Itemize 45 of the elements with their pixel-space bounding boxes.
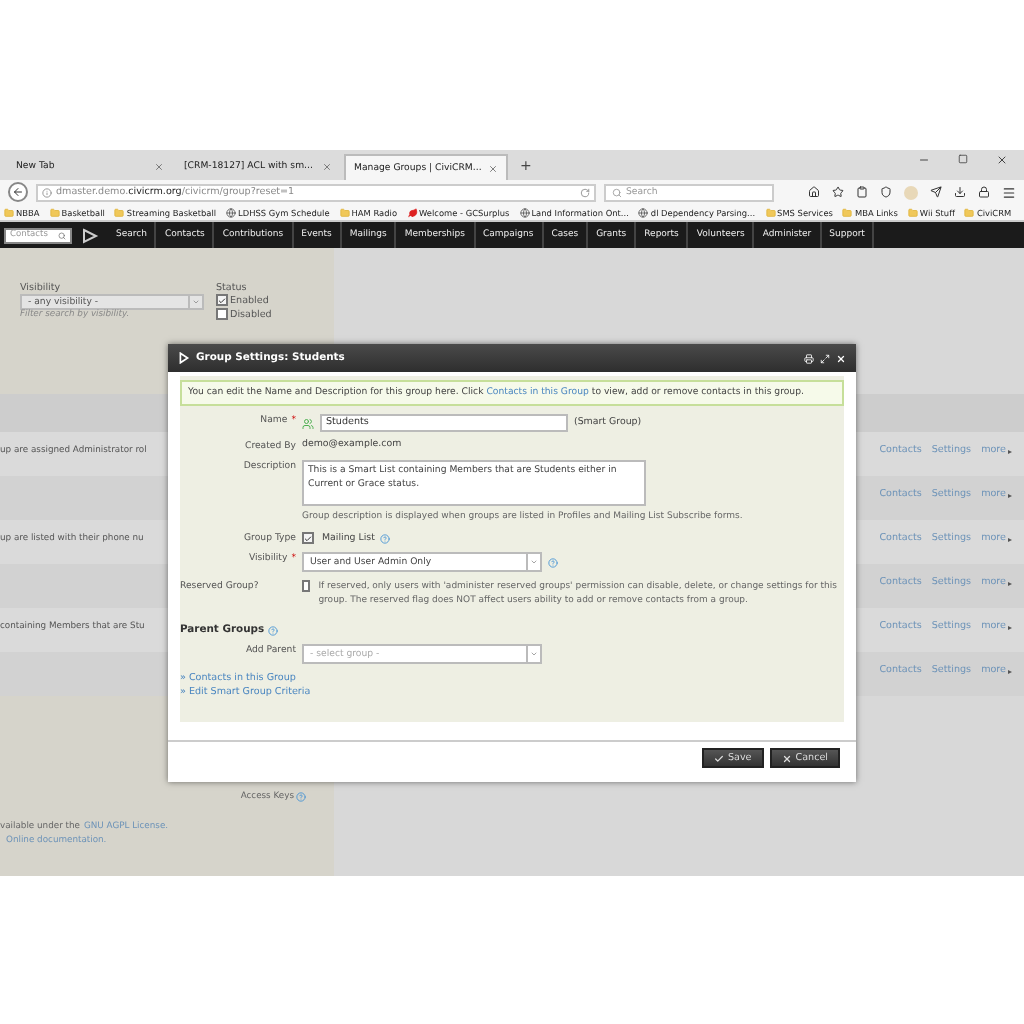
folder-icon xyxy=(114,207,125,217)
search-icon xyxy=(612,187,622,197)
download-icon[interactable] xyxy=(954,186,966,198)
search-icon xyxy=(58,231,66,239)
caret-icon xyxy=(1008,449,1012,453)
back-arrow-icon xyxy=(12,186,24,198)
caret-icon xyxy=(1008,669,1012,673)
caret-icon xyxy=(1008,625,1012,629)
shield-icon[interactable] xyxy=(880,186,892,198)
checkbox[interactable] xyxy=(216,308,228,321)
menu-icon[interactable] xyxy=(1002,185,1016,199)
close-icon xyxy=(781,753,792,763)
folder-icon xyxy=(49,207,60,217)
folder-icon xyxy=(964,207,975,217)
lock-icon[interactable] xyxy=(978,186,990,198)
folder-icon xyxy=(765,207,776,217)
star-icon[interactable] xyxy=(832,186,844,198)
close-icon[interactable] xyxy=(996,154,1008,166)
globe-icon xyxy=(519,207,530,217)
checkbox[interactable] xyxy=(302,580,311,592)
check-icon xyxy=(713,753,724,763)
globe-icon xyxy=(638,207,649,217)
home-icon[interactable] xyxy=(808,186,820,198)
logo-icon[interactable] xyxy=(80,227,100,243)
caret-icon xyxy=(1008,493,1012,497)
leaf-icon xyxy=(407,207,418,217)
checkbox[interactable] xyxy=(302,532,314,544)
folder-icon xyxy=(4,207,14,217)
caret-icon xyxy=(1008,537,1012,541)
send-icon[interactable] xyxy=(930,186,942,198)
reload-icon[interactable] xyxy=(580,187,590,197)
folder-icon xyxy=(339,207,350,217)
minimize-icon[interactable] xyxy=(918,154,930,166)
expand-icon[interactable] xyxy=(820,353,830,363)
caret-icon xyxy=(1008,581,1012,585)
folder-icon xyxy=(842,207,853,217)
print-icon[interactable] xyxy=(804,353,814,363)
clipboard-icon[interactable] xyxy=(856,186,868,198)
back-button[interactable] xyxy=(8,182,28,202)
checkbox[interactable] xyxy=(216,294,228,306)
folder-icon xyxy=(907,207,918,217)
maximize-icon[interactable] xyxy=(958,154,968,164)
globe-icon xyxy=(226,207,237,217)
logo-icon xyxy=(178,352,190,364)
users-icon xyxy=(302,417,314,429)
